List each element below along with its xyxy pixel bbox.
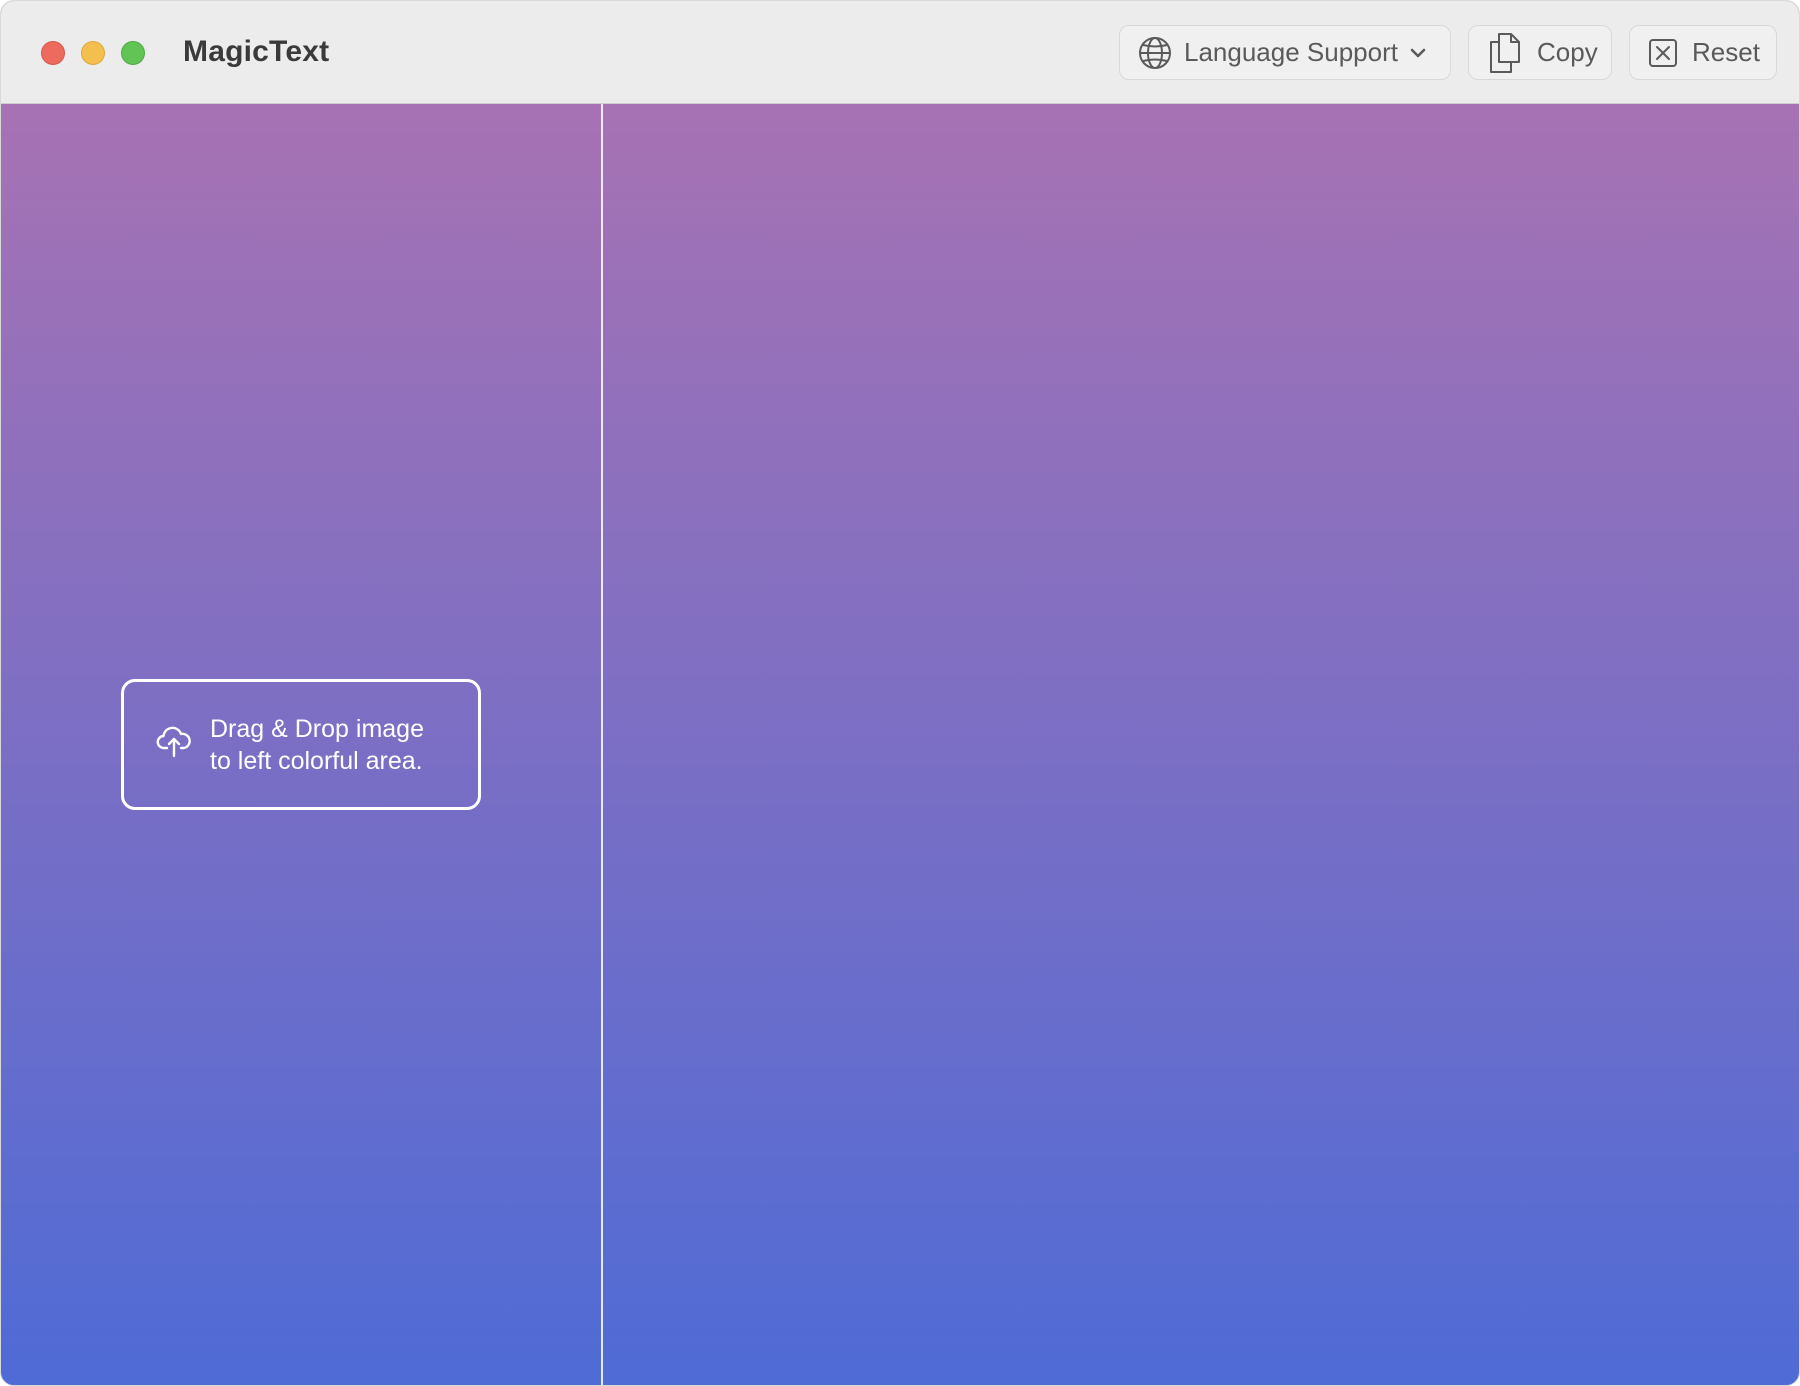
title-bar: MagicText Language Support Copy Reset	[1, 1, 1799, 104]
cloud-upload-icon	[156, 726, 192, 763]
x-square-icon	[1648, 38, 1678, 68]
drop-hint-text: Drag & Drop image to left colorful area.	[210, 713, 424, 777]
language-support-label: Language Support	[1184, 37, 1398, 67]
language-support-dropdown[interactable]: Language Support	[1119, 25, 1451, 80]
minimize-window-button[interactable]	[81, 41, 105, 65]
reset-button[interactable]: Reset	[1629, 25, 1777, 80]
drop-hint-line-2: to left colorful area.	[210, 746, 423, 775]
app-title: MagicText	[183, 35, 330, 68]
split-divider[interactable]	[601, 104, 603, 1385]
app-window: MagicText Language Support Copy Reset Dr…	[0, 0, 1800, 1386]
copy-documents-icon	[1487, 32, 1523, 74]
drop-hint-box: Drag & Drop image to left colorful area.	[121, 679, 481, 810]
close-window-button[interactable]	[41, 41, 65, 65]
copy-label: Copy	[1537, 37, 1598, 67]
text-output-area[interactable]	[603, 104, 1799, 1385]
reset-label: Reset	[1692, 37, 1760, 67]
globe-icon	[1138, 36, 1172, 70]
zoom-window-button[interactable]	[121, 41, 145, 65]
drop-hint-line-1: Drag & Drop image	[210, 714, 424, 743]
chevron-down-icon	[1410, 47, 1426, 59]
copy-button[interactable]: Copy	[1468, 25, 1612, 80]
